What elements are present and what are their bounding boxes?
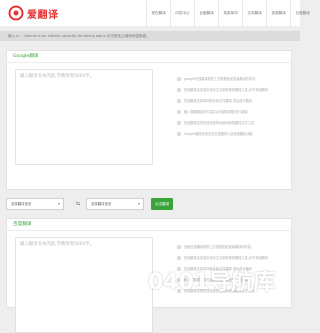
pin-icon (177, 244, 181, 249)
tip-item: 在线翻译支持英文和中文互相转换的翻译工具,对于其他翻译 (177, 86, 268, 93)
baidu-panel-title: 百度翻译 (7, 219, 291, 231)
tip-item: Google翻译在线支持日语翻译以及英语翻译功能 (177, 130, 268, 137)
tip-text: 百度在线翻译提供上方框框粘贴或者翻译的内容 (184, 245, 251, 249)
tip-item: 在线翻译支持英文和中文互相转换的翻译工具,对于其他翻译 (177, 254, 268, 261)
pin-icon (177, 98, 181, 103)
tip-text: 在线翻译支持英文和中文互相转换的翻译工具,对于其他翻译 (184, 256, 268, 260)
nav-item-words[interactable]: 英语单词 (218, 0, 242, 26)
site-header: 爱翻译 现在翻译 问答中心 百度翻译 英语单词 文本翻译 英语翻译 日语翻译 (0, 0, 310, 26)
tip-item: 在线翻译支持单词和手机文件翻译,然后进行翻译 (177, 97, 268, 104)
nav-item-qa[interactable]: 问答中心 (170, 0, 194, 26)
tip-text: 在线翻译支持英文和中文互相转换的翻译工具,对于其他翻译 (184, 88, 268, 92)
nav-item-text[interactable]: 文本翻译 (242, 0, 266, 26)
site-watermark: 0401导航库 (148, 270, 276, 295)
nav-item-baidu[interactable]: 百度翻译 (194, 0, 218, 26)
notice-bar: 输入 lc ：Genres is an infinite capacity fo… (0, 31, 300, 41)
notice-text: 输入 lc ：Genres is an infinite capacity fo… (8, 34, 150, 38)
google-title-text: Google翻译 (13, 54, 39, 59)
main-nav: 现在翻译 问答中心 百度翻译 英语单词 文本翻译 英语翻译 日语翻译 (146, 0, 314, 26)
google-panel-title: Google翻译 (7, 51, 291, 63)
target-language-label: 选择翻译语言 (91, 202, 112, 206)
nav-item-japanese[interactable]: 日语翻译 (290, 0, 314, 26)
chevron-down-icon (58, 203, 60, 205)
tip-text: 输入需要翻译的内容并点击翻译按钮进行翻译 (184, 110, 248, 114)
logo-text: 爱翻译 (27, 9, 59, 21)
pin-icon (177, 76, 181, 81)
nav-item-english[interactable]: 英语翻译 (266, 0, 290, 26)
google-source-input[interactable]: 输入翻译文本内容,字数限制5000字。 (15, 69, 153, 165)
google-tips: google在线翻译提供上方框框粘贴或者翻译的内容 在线翻译支持英文和中文互相转… (177, 75, 268, 141)
tip-item: 在线翻译支持在线全部的功能和段落翻译文字工具 (177, 119, 268, 126)
google-input-placeholder: 输入翻译文本内容,字数限制5000字。 (20, 74, 95, 79)
source-language-select[interactable]: 选择翻译语言 (6, 198, 64, 210)
translate-controls: 选择翻译语言 ⇆ 选择翻译语言 点击翻译 (6, 195, 292, 213)
source-language-label: 选择翻译语言 (11, 202, 32, 206)
logo-mark-icon (8, 5, 24, 21)
baidu-title-text: 百度翻译 (13, 222, 32, 227)
baidu-input-placeholder: 输入翻译文本内容,字数限制5000字。 (20, 242, 95, 247)
pin-icon (177, 131, 181, 136)
chevron-down-icon (138, 203, 140, 205)
target-language-select[interactable]: 选择翻译语言 (86, 198, 144, 210)
tip-text: Google翻译在线支持日语翻译以及英语翻译功能 (184, 132, 253, 136)
pin-icon (177, 109, 181, 114)
tip-item: 输入需要翻译的内容并点击翻译按钮进行翻译 (177, 108, 268, 115)
tip-text: google在线翻译提供上方框框粘贴或者翻译的内容 (184, 77, 256, 81)
swap-languages-icon[interactable]: ⇆ (73, 198, 83, 210)
nav-item-now[interactable]: 现在翻译 (146, 0, 170, 26)
pin-icon (177, 255, 181, 260)
translate-button[interactable]: 点击翻译 (151, 198, 173, 210)
tip-item: google在线翻译提供上方框框粘贴或者翻译的内容 (177, 75, 268, 82)
tip-item: 百度在线翻译提供上方框框粘贴或者翻译的内容 (177, 243, 268, 250)
pin-icon (177, 120, 181, 125)
tip-text: 在线翻译支持在线全部的功能和段落翻译文字工具 (184, 121, 255, 125)
pin-icon (177, 87, 181, 92)
tip-text: 在线翻译支持单词和手机文件翻译,然后进行翻译 (184, 99, 252, 103)
baidu-source-input[interactable]: 输入翻译文本内容,字数限制5000字。 (15, 237, 153, 333)
google-panel: Google翻译 输入翻译文本内容,字数限制5000字。 google在线翻译提… (6, 50, 292, 190)
site-logo[interactable]: 爱翻译 (8, 4, 59, 22)
